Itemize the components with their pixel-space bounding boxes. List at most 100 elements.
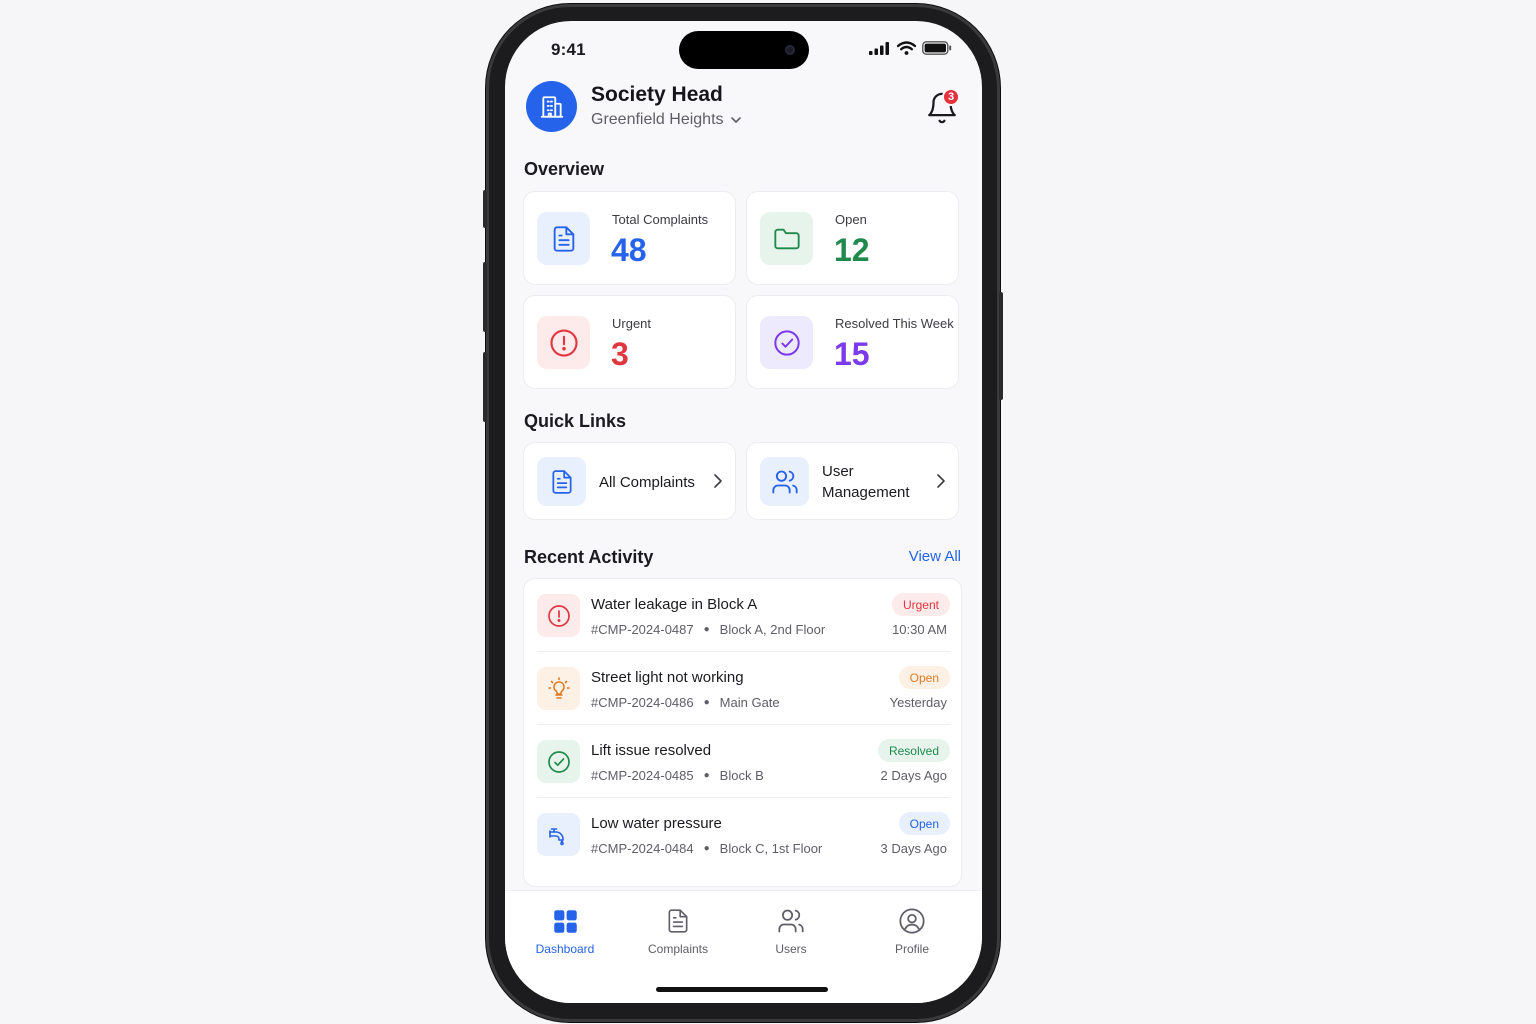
- separator-dot: ●: [703, 770, 710, 781]
- quick-link-label: User Management: [822, 461, 910, 503]
- tab-users[interactable]: Users: [736, 891, 846, 971]
- stat-value: 15: [834, 336, 870, 372]
- separator-dot: ●: [703, 843, 710, 854]
- activity-item[interactable]: Lift issue resolved #CMP-2024-0485 ● Blo…: [524, 725, 963, 798]
- front-camera: [785, 45, 795, 55]
- activity-item[interactable]: Street light not working #CMP-2024-0486 …: [524, 652, 963, 725]
- chevron-right-icon: [714, 474, 722, 488]
- separator-dot: ●: [703, 697, 710, 708]
- activity-location: Block A, 2nd Floor: [719, 622, 826, 637]
- users-icon: [771, 470, 798, 493]
- status-icons: [869, 41, 952, 55]
- society-name: Greenfield Heights: [591, 111, 724, 128]
- status-badge: Open: [898, 812, 950, 835]
- stat-icon-bg: [537, 212, 590, 265]
- activity-icon-bg: [537, 740, 580, 783]
- link-icon-bg: [760, 457, 809, 506]
- activity-time: Yesterday: [889, 695, 947, 710]
- quick-links-title: Quick Links: [524, 411, 627, 431]
- users-icon: [778, 909, 804, 933]
- activity-time: 2 Days Ago: [880, 768, 948, 783]
- activity-id: #CMP-2024-0486: [591, 695, 694, 710]
- tab-dashboard[interactable]: Dashboard: [510, 891, 620, 971]
- society-avatar[interactable]: [526, 81, 577, 132]
- stat-value: 48: [611, 232, 647, 268]
- tab-label: Dashboard: [535, 942, 595, 956]
- activity-meta: #CMP-2024-0485 ● Block B: [591, 768, 764, 783]
- chevron-right-icon: [937, 474, 945, 488]
- activity-location: Main Gate: [719, 695, 780, 710]
- stat-card-resolved-this-week[interactable]: Resolved This Week 15: [746, 295, 959, 389]
- wifi-icon: [897, 41, 916, 55]
- tab-icon: [777, 906, 805, 936]
- folder-icon: [773, 228, 800, 249]
- grid-icon: [553, 909, 577, 933]
- document-icon: [668, 909, 688, 933]
- activity-title: Low water pressure: [591, 815, 722, 832]
- tab-icon: [898, 906, 926, 936]
- activity-icon-bg: [537, 813, 580, 856]
- status-bar: 9:41: [505, 21, 982, 79]
- tab-profile[interactable]: Profile: [857, 891, 967, 971]
- phone-volume-down-button: [483, 352, 487, 422]
- stat-label: Urgent: [612, 316, 652, 331]
- activity-time: 10:30 AM: [892, 622, 947, 637]
- recent-activity-title: Recent Activity: [524, 547, 654, 567]
- tab-icon: [665, 906, 691, 936]
- phone-power-button: [999, 292, 1003, 400]
- check-circle-icon: [547, 750, 570, 773]
- stat-label: Open: [835, 212, 867, 227]
- stat-card-urgent[interactable]: Urgent 3: [523, 295, 736, 389]
- tab-icon: [552, 906, 579, 936]
- building-icon: [540, 95, 563, 118]
- activity-id: #CMP-2024-0485: [591, 768, 694, 783]
- view-all-link[interactable]: View All: [909, 548, 961, 565]
- quick-link-all-complaints[interactable]: All Complaints: [523, 442, 736, 520]
- status-badge: Urgent: [891, 593, 950, 616]
- quick-link-label: All Complaints: [599, 474, 695, 491]
- app-screen: 9:41 Society Head Greenfield Heights 3 O…: [505, 21, 982, 1003]
- activity-time: 3 Days Ago: [880, 841, 948, 856]
- tab-label: Profile: [894, 942, 929, 956]
- check-circle-icon: [773, 329, 800, 356]
- stat-card-open[interactable]: Open 12: [746, 191, 959, 285]
- document-icon: [551, 469, 572, 494]
- link-icon-bg: [537, 457, 586, 506]
- activity-location: Block C, 1st Floor: [719, 841, 823, 856]
- overview-title: Overview: [524, 159, 605, 179]
- status-badge: Resolved: [877, 739, 950, 762]
- page-title: Society Head: [591, 83, 723, 106]
- quick-link-label-line1: User: [822, 463, 854, 480]
- stat-value: 3: [611, 336, 629, 372]
- stat-label: Total Complaints: [612, 212, 709, 227]
- phone-action-button: [483, 190, 487, 228]
- activity-id: #CMP-2024-0487: [591, 622, 694, 637]
- alert-circle-icon: [549, 328, 578, 357]
- phone-volume-up-button: [483, 262, 487, 332]
- activity-meta: #CMP-2024-0487 ● Block A, 2nd Floor: [591, 622, 825, 637]
- activity-id: #CMP-2024-0484: [591, 841, 694, 856]
- society-selector[interactable]: Greenfield Heights: [591, 111, 742, 129]
- activity-meta: #CMP-2024-0484 ● Block C, 1st Floor: [591, 841, 822, 856]
- header: Society Head Greenfield Heights 3: [505, 79, 982, 159]
- activity-meta: #CMP-2024-0486 ● Main Gate: [591, 695, 780, 710]
- activity-icon-bg: [537, 594, 580, 637]
- activity-location: Block B: [719, 768, 764, 783]
- tab-label: Complaints: [647, 942, 709, 956]
- activity-item[interactable]: Low water pressure #CMP-2024-0484 ● Bloc…: [524, 798, 963, 871]
- tab-label: Users: [775, 942, 807, 956]
- dynamic-island: [679, 31, 809, 69]
- stat-icon-bg: [537, 316, 590, 369]
- activity-title: Lift issue resolved: [591, 742, 712, 759]
- home-indicator[interactable]: [656, 987, 828, 992]
- stat-card-total-complaints[interactable]: Total Complaints 48: [523, 191, 736, 285]
- stat-icon-bg: [760, 212, 813, 265]
- activity-icon-bg: [537, 667, 580, 710]
- quick-link-user-management[interactable]: User Management: [746, 442, 959, 520]
- activity-list: Water leakage in Block A #CMP-2024-0487 …: [523, 578, 962, 887]
- tab-complaints[interactable]: Complaints: [623, 891, 733, 971]
- stat-value: 12: [834, 232, 870, 268]
- user-circle-icon: [899, 908, 925, 934]
- activity-title: Water leakage in Block A: [591, 596, 758, 613]
- activity-item[interactable]: Water leakage in Block A #CMP-2024-0487 …: [524, 579, 963, 652]
